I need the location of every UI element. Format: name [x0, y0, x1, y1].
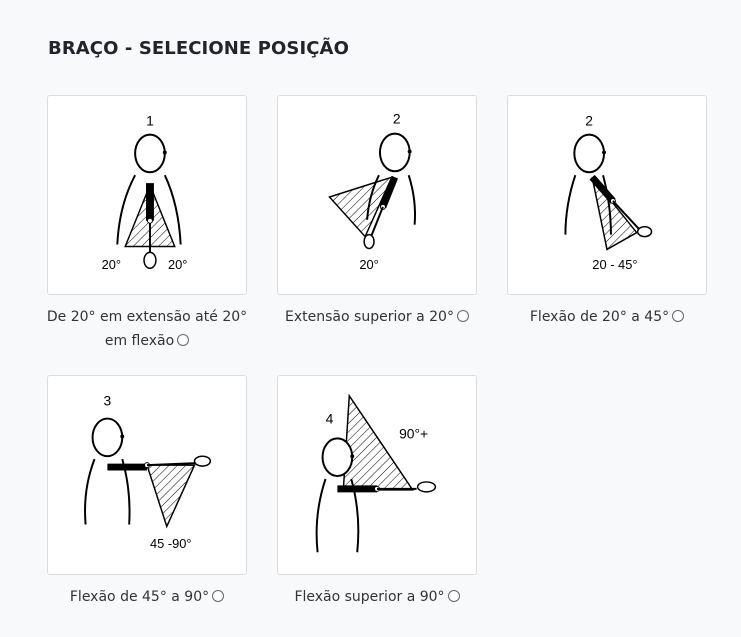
option-card-4[interactable]: 3 45 -90° Flexão de 45° a 90° [32, 375, 262, 609]
arm-extension-figure: 2 20° [328, 111, 416, 272]
figure-number: 3 [104, 393, 112, 409]
angle-label-right: 20° [168, 257, 187, 272]
arm-position-illustration-4[interactable]: 3 45 -90° [47, 375, 247, 575]
arm-position-illustration-5[interactable]: 4 90°+ [277, 375, 477, 575]
figure-number: 4 [326, 411, 334, 427]
option-card-2[interactable]: 2 20° Extensão superior a 20° [262, 95, 492, 329]
figure-number: 1 [146, 113, 154, 129]
option-radio-4[interactable] [212, 590, 225, 602]
arm-flexion-over-90-figure: 4 90°+ [315, 393, 437, 553]
arm-neutral-figure: 1 20° 20° [102, 113, 188, 273]
angle-label: 20 - 45° [592, 257, 637, 272]
arm-flexion-45-90-figure: 3 45 -90° [84, 393, 212, 551]
option-radio-2[interactable] [456, 310, 469, 322]
option-radio-1[interactable] [177, 334, 190, 346]
arm-position-illustration-2[interactable]: 2 20° [277, 95, 477, 295]
option-label: Flexão de 45° a 90° [32, 585, 262, 609]
page-title: BRAÇO - SELECIONE POSIÇÃO [48, 38, 349, 59]
arm-position-illustration-1[interactable]: 1 20° 20° [47, 95, 247, 295]
option-card-3[interactable]: 2 20 - 45° Flexão de 20° a 45° [492, 95, 722, 329]
option-label: Flexão de 20° a 45° [492, 305, 722, 329]
option-label: Extensão superior a 20° [262, 305, 492, 329]
angle-label: 45 -90° [150, 536, 192, 551]
angle-label: 90°+ [399, 425, 428, 441]
option-radio-3[interactable] [672, 310, 685, 322]
arm-flexion-20-45-figure: 2 20 - 45° [564, 113, 653, 272]
option-radio-5[interactable] [447, 590, 460, 602]
figure-number: 2 [585, 113, 593, 129]
figure-number: 2 [393, 111, 401, 127]
arm-position-illustration-3[interactable]: 2 20 - 45° [507, 95, 707, 295]
option-card-5[interactable]: 4 90°+ Flexão superior a 90° [262, 375, 492, 609]
option-card-1[interactable]: 1 20° 20° De 20° em extensão até 20° em … [32, 95, 262, 353]
option-label: Flexão superior a 90° [262, 585, 492, 609]
angle-label: 20° [359, 257, 378, 272]
option-label: De 20° em extensão até 20° em flexão [46, 309, 248, 349]
angle-label-left: 20° [102, 257, 121, 272]
